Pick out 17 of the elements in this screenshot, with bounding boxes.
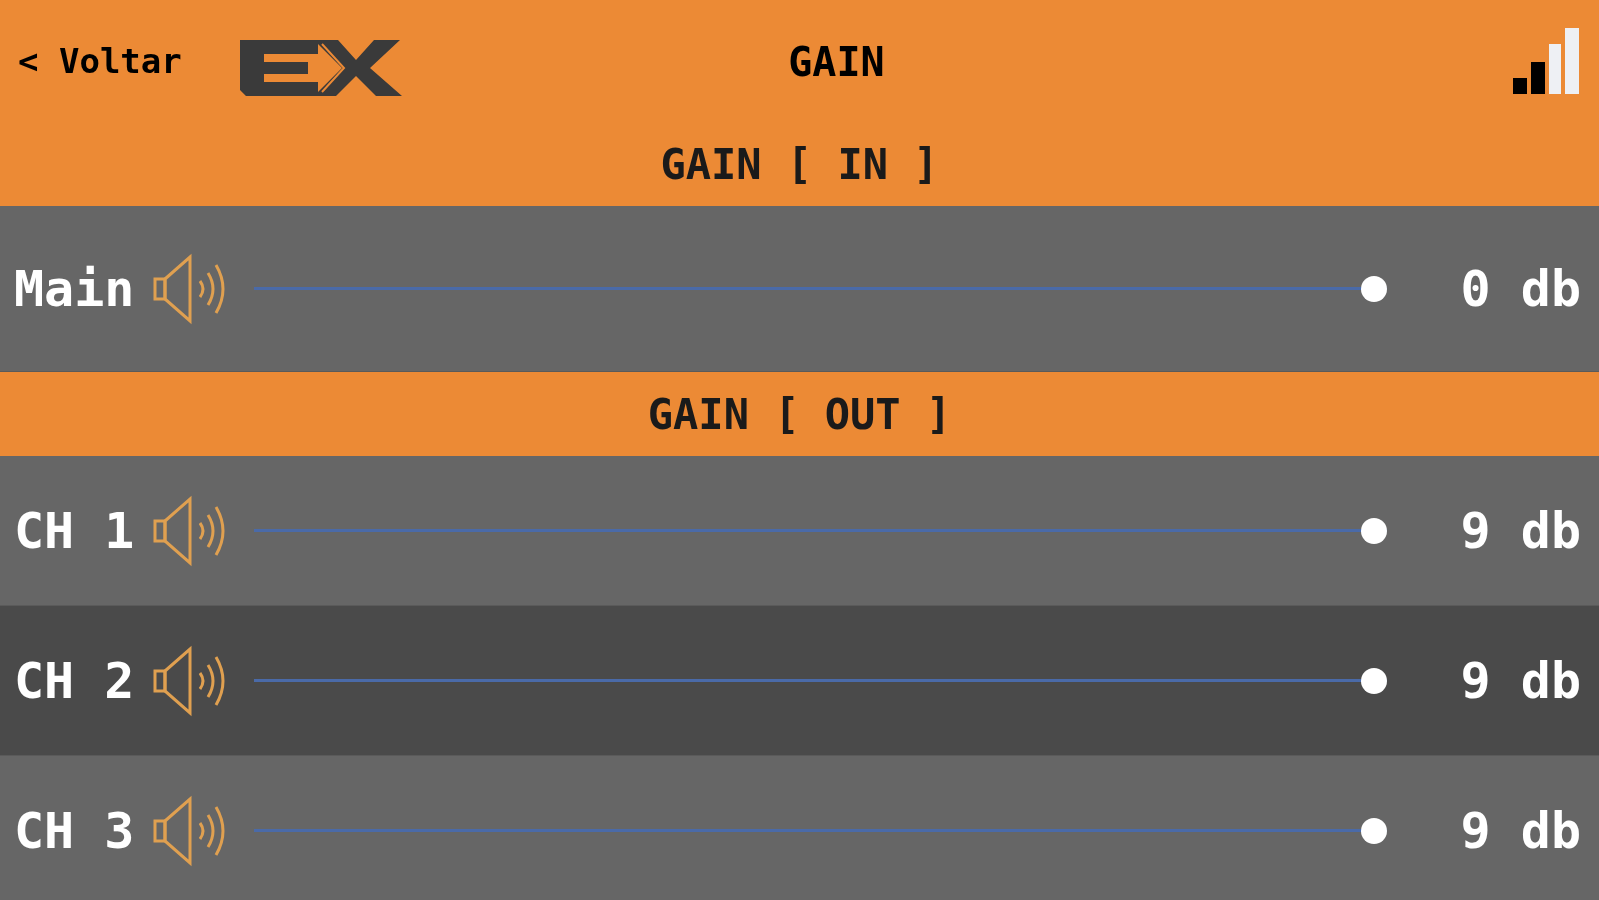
back-button[interactable]: < Voltar [18, 44, 182, 78]
gain-reading: 9 db [1459, 655, 1581, 706]
slider-thumb[interactable] [1361, 275, 1387, 302]
slider-thumb[interactable] [1361, 517, 1387, 544]
section-title: GAIN [ IN ] [660, 138, 939, 191]
channel-name: CH 1 [14, 505, 136, 556]
gain-reading: 0 db [1459, 263, 1581, 314]
channel-name: CH 2 [14, 655, 136, 706]
slider-thumb[interactable] [1361, 667, 1387, 694]
gain-reading: 9 db [1459, 805, 1581, 856]
section-title: GAIN [ OUT ] [647, 388, 952, 441]
screen-title: GAIN [788, 42, 885, 82]
channel-name: Main [14, 263, 136, 314]
channel-name: CH 3 [14, 805, 136, 856]
signal-icon [1511, 26, 1581, 96]
gain-reading: 9 db [1459, 505, 1581, 556]
slider-thumb[interactable] [1361, 817, 1387, 844]
